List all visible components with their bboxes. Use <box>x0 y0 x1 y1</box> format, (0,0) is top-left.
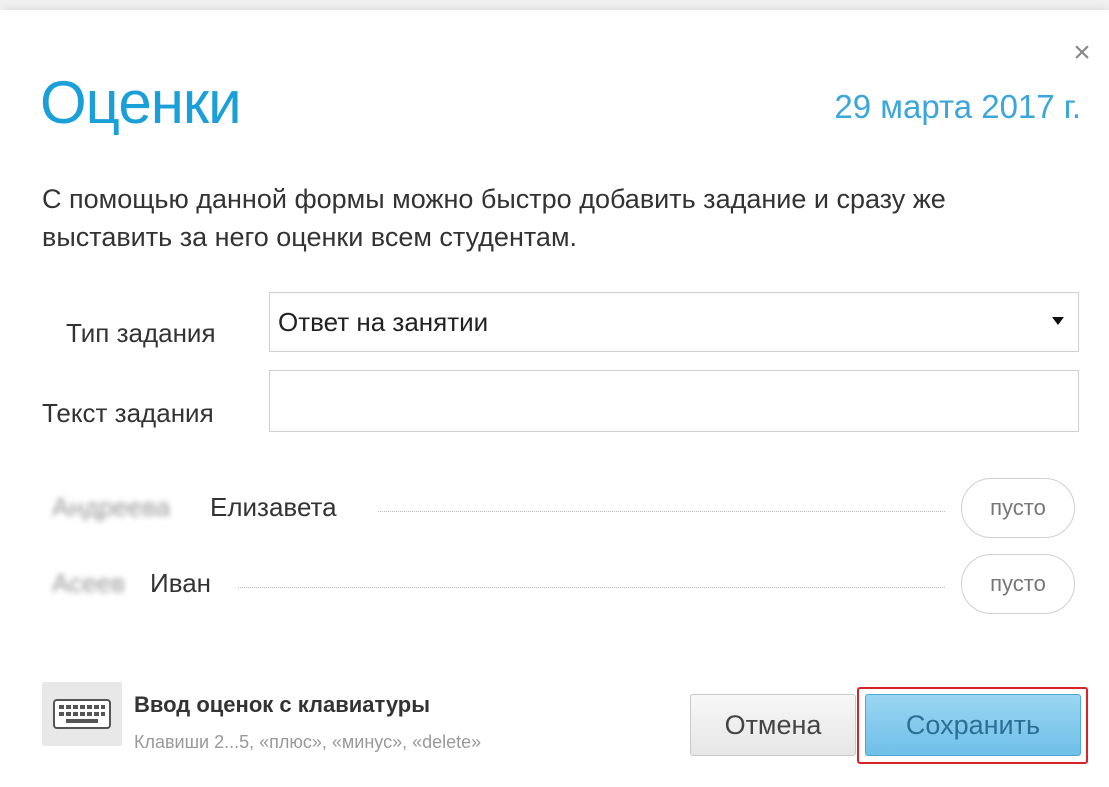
task-type-label: Тип задания <box>66 318 216 348</box>
student-surname: Асеев <box>52 568 126 598</box>
student-row: Асеев Иван пусто <box>42 554 1077 616</box>
student-first-name: Иван <box>150 568 212 598</box>
task-type-select[interactable]: Ответ на занятии <box>269 292 1079 352</box>
task-text-label: Текст задания <box>42 398 214 428</box>
dialog-description: С помощью данной формы можно быстро доба… <box>42 184 946 252</box>
keyboard-input-title: Ввод оценок с клавиатуры <box>134 692 431 717</box>
student-row: Андреева Елизавета пусто <box>42 478 1077 540</box>
student-first-name: Елизавета <box>210 492 337 522</box>
task-text-input[interactable] <box>269 370 1079 432</box>
dotted-leader <box>378 511 945 512</box>
student-surname: Андреева <box>52 492 171 522</box>
save-button[interactable]: Сохранить <box>865 694 1081 756</box>
close-icon[interactable]: × <box>1069 38 1095 68</box>
task-type-value: Ответ на занятии <box>278 307 489 337</box>
keyboard-icon <box>42 682 122 746</box>
grades-dialog: × Оценки 29 марта 2017 г. С помощью данн… <box>0 10 1109 787</box>
keyboard-input-hint: Клавиши 2...5, «плюс», «минус», «delete» <box>134 732 482 752</box>
dialog-date: 29 марта 2017 г. <box>834 88 1081 125</box>
grade-button[interactable]: пусто <box>961 554 1075 614</box>
dotted-leader <box>238 587 945 588</box>
dropdown-arrow-icon <box>1052 317 1064 325</box>
dialog-title: Оценки <box>40 69 242 136</box>
grade-button[interactable]: пусто <box>961 478 1075 538</box>
cancel-button[interactable]: Отмена <box>690 694 856 756</box>
